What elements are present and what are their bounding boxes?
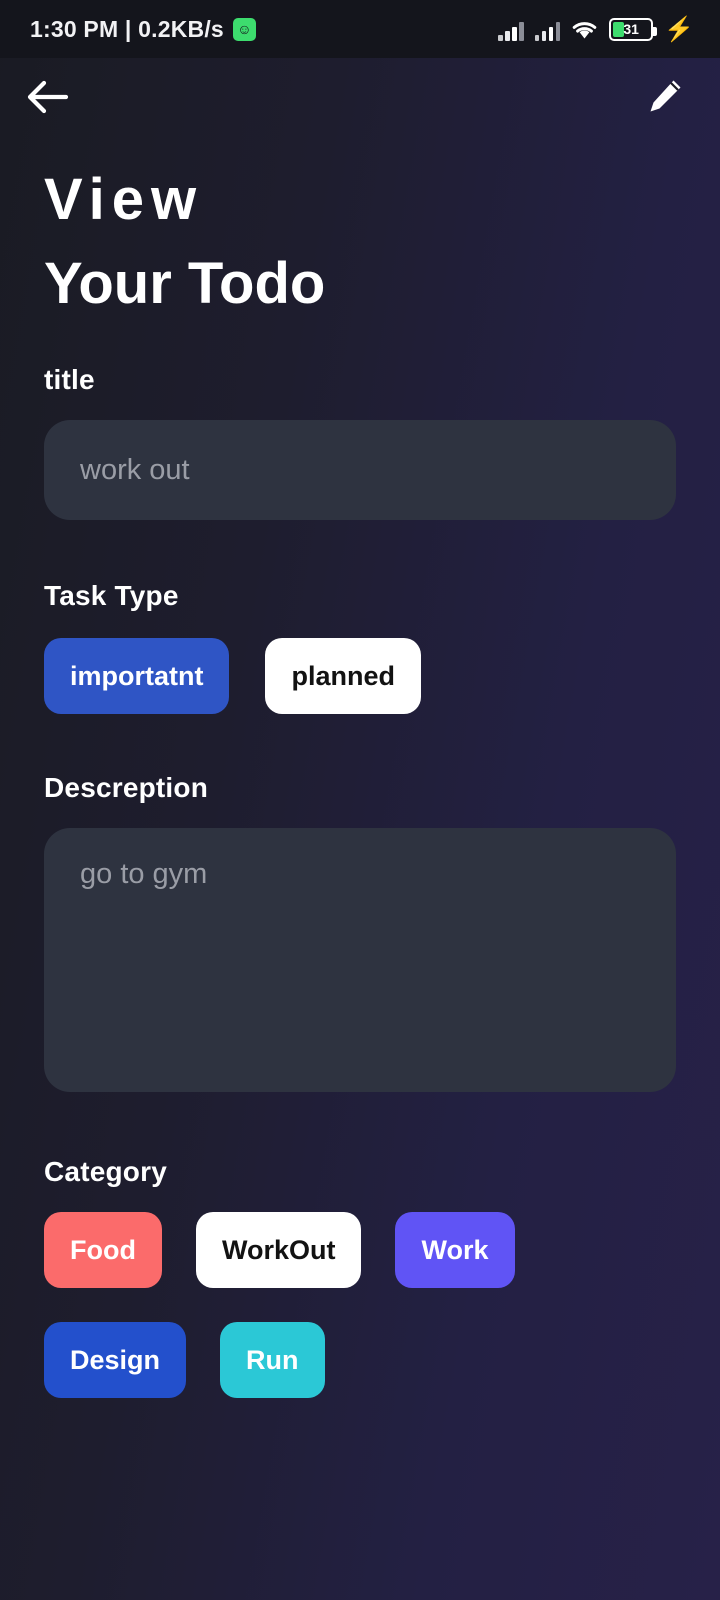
task-type-chip-important-label: importatnt [70,660,204,691]
category-chip-run-label: Run [246,1344,299,1375]
cellular-signal-icon [498,19,524,41]
cellular-signal-icon-2 [534,19,561,41]
description-textarea[interactable]: go to gym [44,828,676,1093]
page-title-line-2: Your Todo [44,251,326,317]
lightning-bolt-icon: ⚡ [664,15,694,43]
category-chip-workout[interactable]: WorkOut [195,1212,362,1289]
category-chip-food-label: Food [70,1234,136,1265]
battery-percent-label: 31 [623,20,639,37]
title-field-label: title [44,364,95,396]
back-arrow-icon[interactable] [22,77,74,117]
task-type-chip-important[interactable]: importatnt [44,638,230,715]
category-chip-workout-label: WorkOut [221,1234,336,1265]
title-section: title work out [0,364,720,521]
category-chip-food[interactable]: Food [44,1212,162,1289]
task-type-label: Task Type [44,580,179,612]
status-bar-right: 31 ⚡ [498,15,694,43]
top-navigation-bar [0,58,720,136]
task-type-chip-planned[interactable]: planned [265,638,421,715]
category-section: Category Food WorkOut Work Design Run [0,1156,720,1399]
category-chip-group: Food WorkOut Work Design Run [44,1212,604,1399]
wifi-icon [571,19,598,41]
description-field-label: Descreption [44,772,209,804]
category-chip-work-label: Work [421,1234,489,1265]
page-title-line-1: View [44,167,204,232]
android-robot-icon: ☺ [232,17,256,41]
task-type-chip-group: importatnt planned [44,638,676,715]
description-section: Descreption go to gym [0,772,720,1093]
battery-indicator: 31 [609,17,658,41]
description-textarea-placeholder: go to gym [80,858,208,891]
category-chip-design-label: Design [70,1344,161,1375]
category-chip-run[interactable]: Run [220,1322,325,1399]
category-chip-design[interactable]: Design [44,1322,187,1399]
title-input-placeholder: work out [80,453,190,486]
task-type-chip-planned-label: planned [291,660,395,691]
category-chip-work[interactable]: Work [395,1212,515,1289]
title-input[interactable]: work out [44,420,676,521]
page-title: View Your Todo [0,136,720,326]
pencil-edit-icon[interactable] [644,77,684,117]
category-label: Category [44,1156,167,1188]
task-type-section: Task Type importatnt planned [0,580,720,715]
status-time-and-network-speed: 1:30 PM | 0.2KB/s [30,15,224,42]
status-bar-left: 1:30 PM | 0.2KB/s ☺ [30,16,256,43]
status-bar: 1:30 PM | 0.2KB/s ☺ 31 ⚡ [0,0,720,58]
